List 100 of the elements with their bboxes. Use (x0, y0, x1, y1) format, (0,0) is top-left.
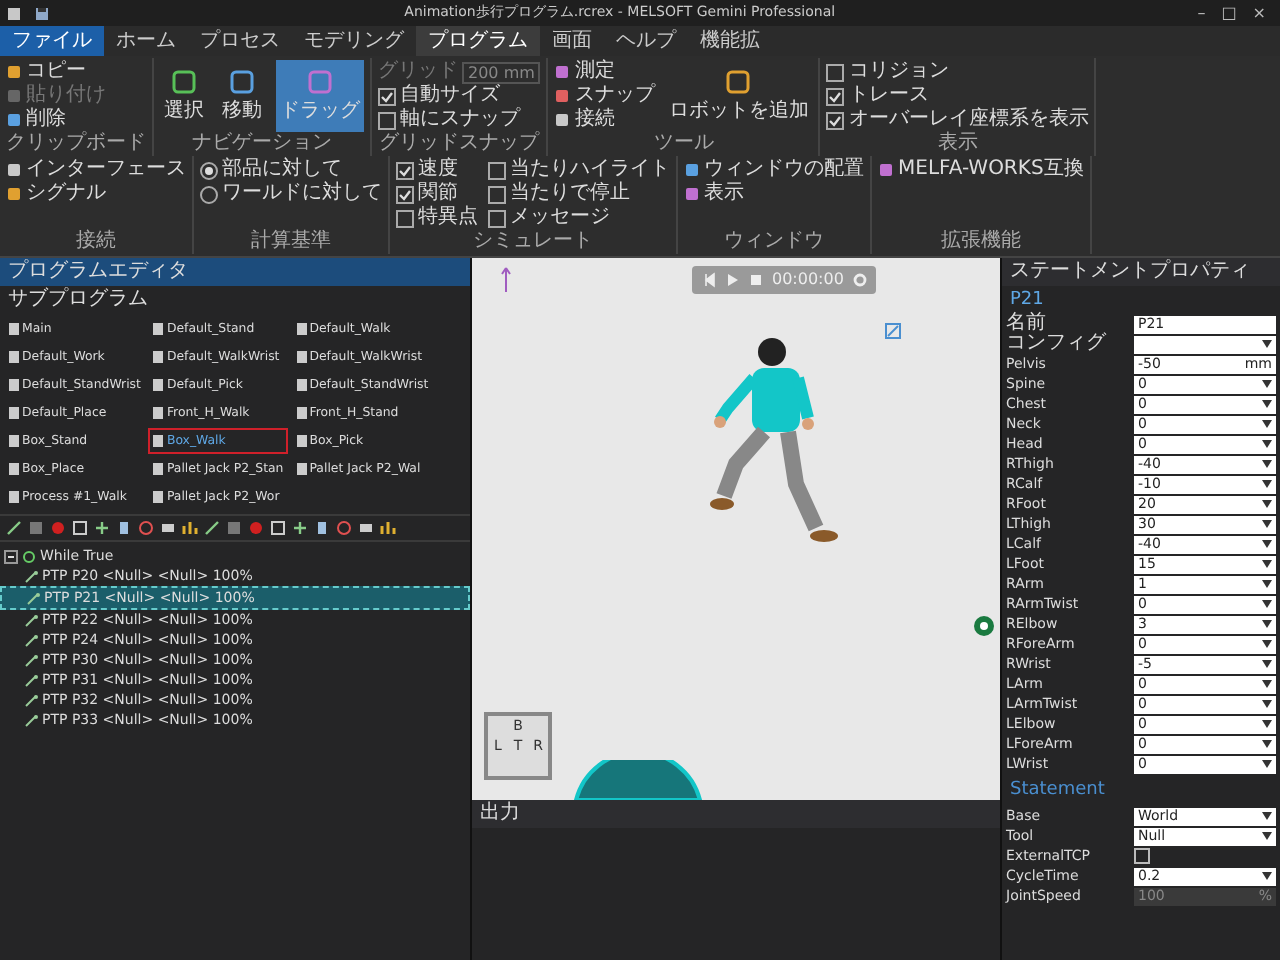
tool-icon (306, 68, 334, 96)
checkbox[interactable] (488, 209, 506, 227)
app-icon (6, 5, 22, 21)
motion-icon (24, 693, 38, 707)
motion-icon (24, 713, 38, 727)
caret-icon (1262, 480, 1272, 488)
group-label: グリッドスナップ (378, 132, 541, 154)
ribbon-tab[interactable]: ヘルプ (604, 26, 688, 56)
file-menu[interactable]: ファイル (0, 26, 104, 56)
maximize-button[interactable]: □ (1213, 3, 1245, 23)
ribbon-button[interactable]: MELFA-WORKS互換 (878, 158, 1084, 182)
frame-icon[interactable] (270, 520, 286, 536)
caret-icon (1262, 620, 1272, 628)
checkbox[interactable] (396, 209, 414, 227)
section-title: Statement (1008, 778, 1107, 804)
caret-icon (1262, 460, 1272, 468)
ribbon-button[interactable]: コピー (6, 60, 106, 84)
ribbon-tab[interactable]: プロセス (188, 26, 292, 56)
close-button[interactable]: × (1244, 3, 1274, 23)
group-label: 拡張機能 (938, 230, 1023, 252)
checkbox[interactable] (396, 161, 414, 179)
motion-icon (24, 633, 38, 647)
panel-title: ステートメントプロパティ (1002, 258, 1280, 286)
collapse-icon[interactable] (4, 549, 18, 563)
checkbox[interactable] (378, 87, 396, 105)
caret-icon (1262, 832, 1272, 840)
checkbox[interactable] (1134, 848, 1150, 864)
tool-icon (228, 68, 256, 96)
group-label: 接続 (74, 230, 118, 252)
checkbox[interactable] (396, 185, 414, 203)
checkbox[interactable] (488, 161, 506, 179)
caret-icon (1262, 440, 1272, 448)
panel-title: 出力 (472, 800, 1000, 828)
motion-icon (26, 591, 40, 605)
save-icon[interactable] (34, 5, 50, 21)
checkbox-label: 特異点 (418, 206, 478, 230)
ribbon-button[interactable]: シグナル (6, 182, 186, 206)
line-icon[interactable] (6, 520, 22, 536)
group-label: ツール (651, 132, 716, 154)
checkbox[interactable] (378, 111, 396, 129)
ribbon-button[interactable]: 移動 (218, 60, 266, 132)
radio-button[interactable] (200, 185, 218, 203)
minimize-button[interactable]: – (1189, 3, 1214, 23)
ribbon-tab[interactable]: 機能拡 (688, 26, 772, 56)
bar-chart-icon[interactable] (182, 520, 198, 536)
section-label: サブプログラム (6, 286, 150, 312)
ribbon-button[interactable]: スナップ (554, 84, 655, 108)
ribbon-tab[interactable]: プログラム (416, 26, 540, 56)
group-label: クリップボード (6, 132, 146, 154)
statement-name: P21 (1008, 288, 1046, 312)
checkbox-label: 速度 (418, 158, 458, 182)
loop-icon (22, 549, 36, 563)
caret-icon (1262, 400, 1272, 408)
ribbon-button[interactable]: 表示 (684, 182, 864, 206)
frame-icon[interactable] (72, 520, 88, 536)
caret-icon (1262, 872, 1272, 880)
checkbox[interactable] (488, 185, 506, 203)
ribbon-tab[interactable]: 画面 (540, 26, 604, 56)
circle-icon[interactable] (138, 520, 154, 536)
caret-icon (1262, 520, 1272, 528)
caret-icon (1262, 720, 1272, 728)
caret-icon (1262, 500, 1272, 508)
document-icon[interactable] (314, 520, 330, 536)
radio-button[interactable] (200, 161, 218, 179)
checkbox-label: 関節 (418, 182, 458, 205)
line-icon[interactable] (204, 520, 220, 536)
ribbon-tab[interactable]: モデリング (292, 26, 416, 56)
ribbon-tab[interactable]: ホーム (104, 26, 188, 56)
ribbon-button[interactable]: ウィンドウの配置 (684, 158, 864, 182)
dropdown-field[interactable] (1134, 335, 1276, 353)
ribbon-button[interactable]: インターフェース (6, 158, 186, 182)
checkbox[interactable] (826, 87, 845, 105)
plus-icon[interactable] (94, 520, 110, 536)
bar-chart-icon[interactable] (380, 520, 396, 536)
ribbon-button[interactable]: ロボットを追加 (664, 60, 813, 132)
group-label: 表示 (935, 132, 980, 154)
checkbox[interactable] (826, 63, 845, 81)
ribbon-button[interactable]: 選択 (160, 60, 208, 132)
plus-icon[interactable] (292, 520, 308, 536)
checkbox-label: トレース (848, 84, 929, 108)
ribbon-button[interactable]: 接続 (554, 108, 655, 132)
axis-icon (500, 266, 516, 294)
caret-icon (1262, 380, 1272, 388)
ring-drawing (568, 760, 708, 800)
checkbox[interactable] (826, 111, 845, 129)
radio-label: ワールドに対して (222, 182, 382, 206)
field-label: グリッド (378, 60, 458, 84)
ribbon-button[interactable]: 削除 (6, 108, 106, 132)
motion-icon (24, 653, 38, 667)
ribbon-button[interactable]: 測定 (554, 60, 655, 84)
group-label: シミュレート (471, 230, 595, 252)
record-icon[interactable] (248, 520, 264, 536)
panel-title: プログラムエディタ (0, 258, 470, 286)
square-icon[interactable] (28, 520, 44, 536)
document-icon[interactable] (116, 520, 132, 536)
circle-icon[interactable] (336, 520, 352, 536)
record-icon[interactable] (50, 520, 66, 536)
square-icon[interactable] (226, 520, 242, 536)
tool-icon (170, 68, 198, 96)
checkbox-label: 当たりで停止 (510, 182, 630, 206)
